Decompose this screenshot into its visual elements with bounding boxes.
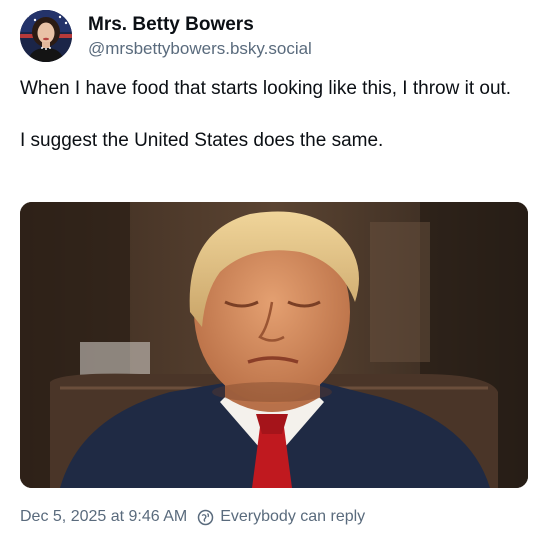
post-footer: Dec 5, 2025 at 9:46 AM Everybody can rep… bbox=[20, 506, 365, 528]
author-names: Mrs. Betty Bowers @mrsbettybowers.bsky.s… bbox=[88, 13, 312, 60]
post-paragraph: I suggest the United States does the sam… bbox=[20, 130, 384, 151]
post-header: Mrs. Betty Bowers @mrsbettybowers.bsky.s… bbox=[20, 10, 312, 62]
post-paragraph: When I have food that starts looking lik… bbox=[20, 78, 512, 99]
reply-setting-label: Everybody can reply bbox=[220, 508, 366, 525]
avatar[interactable] bbox=[20, 10, 72, 62]
photo-image bbox=[20, 202, 528, 488]
post-text: When I have food that starts looking lik… bbox=[20, 76, 520, 154]
post-timestamp[interactable]: Dec 5, 2025 at 9:46 AM bbox=[20, 506, 187, 528]
globe-icon bbox=[197, 509, 214, 526]
author-handle[interactable]: @mrsbettybowers.bsky.social bbox=[88, 38, 312, 60]
post-image[interactable] bbox=[20, 202, 528, 488]
post-card: Mrs. Betty Bowers @mrsbettybowers.bsky.s… bbox=[0, 0, 540, 534]
author-display-name[interactable]: Mrs. Betty Bowers bbox=[88, 13, 312, 37]
reply-setting[interactable]: Everybody can reply bbox=[197, 506, 365, 528]
avatar-image bbox=[20, 10, 72, 62]
